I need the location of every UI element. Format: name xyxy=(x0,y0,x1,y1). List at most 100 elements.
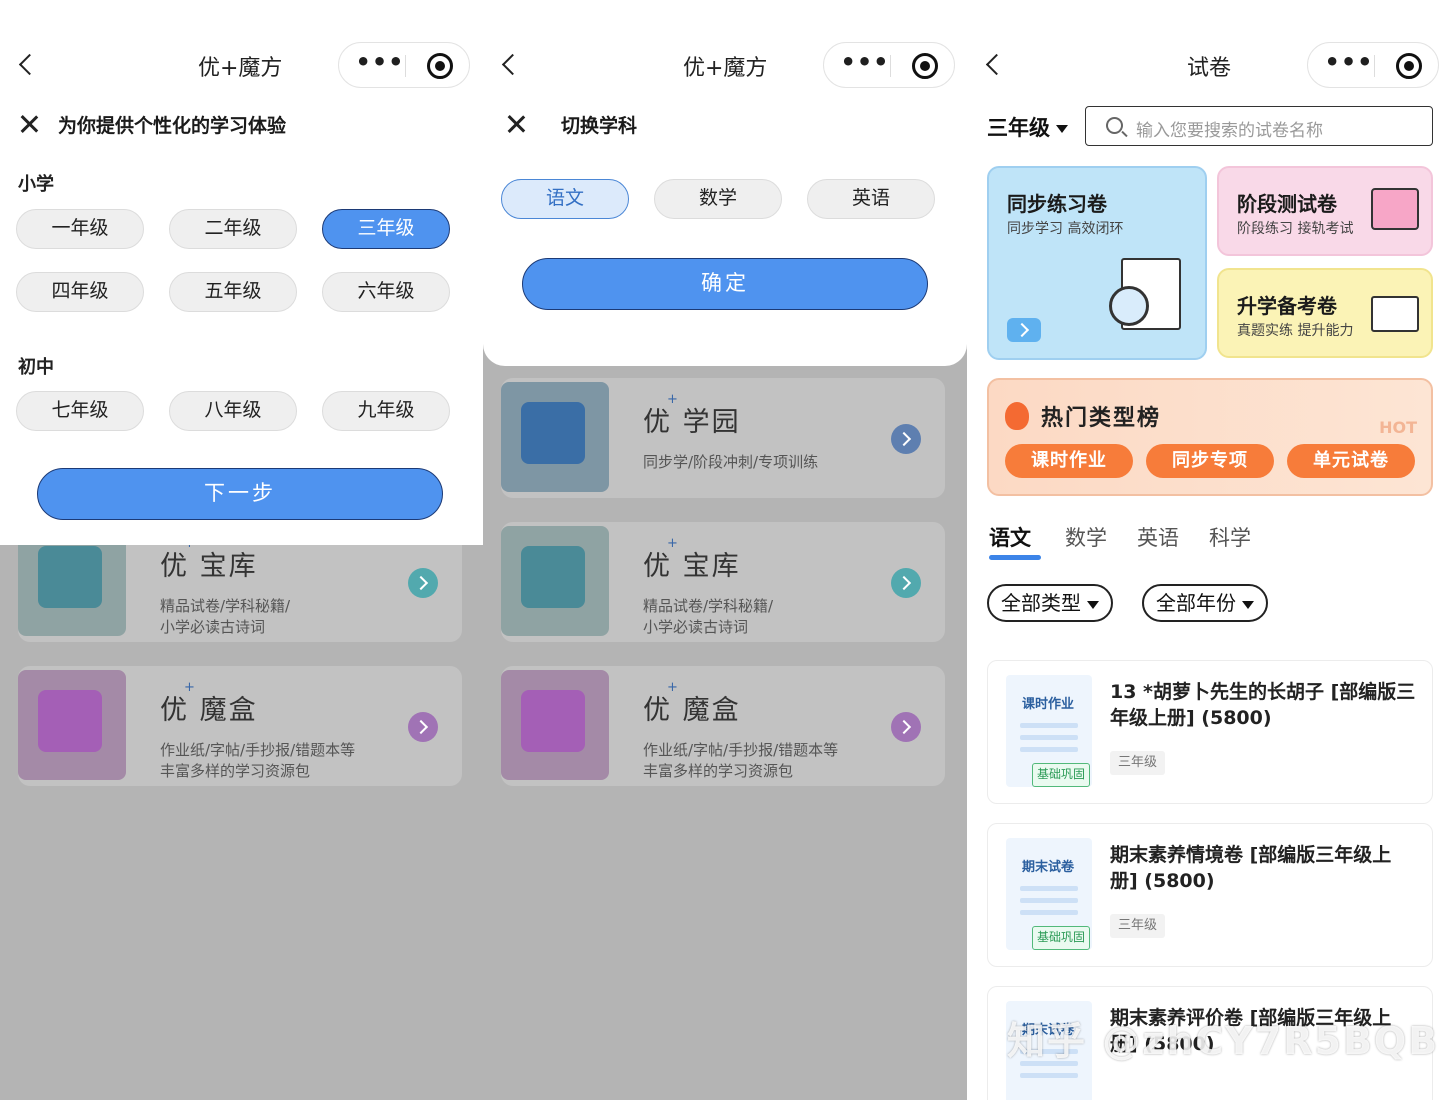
tile-title: 阶段测试卷 xyxy=(1237,192,1337,216)
card-mohe[interactable]: 优 魔盒 + 作业纸/字帖/手抄报/错题本等 丰富多样的学习资源包 xyxy=(18,666,462,786)
card-name: 优 魔盒 xyxy=(643,695,741,726)
grade-dropdown[interactable]: 三年级 xyxy=(987,112,1068,142)
magnifier-document-icon xyxy=(1101,258,1183,340)
grade-pill-4[interactable]: 四年级 xyxy=(16,272,144,312)
more-icon[interactable]: ••• xyxy=(840,50,890,79)
chevron-right-icon[interactable] xyxy=(1007,318,1041,342)
paper-title: 期末素养情境卷 [部编版三年级上册] (5800) xyxy=(1110,844,1392,892)
type-filter-dropdown[interactable]: 全部类型 xyxy=(987,584,1113,622)
cover-tag: 基础巩固 xyxy=(1032,926,1091,950)
tab-chinese[interactable]: 语文 xyxy=(989,522,1031,552)
subject-pill-chinese-selected[interactable]: 语文 xyxy=(501,179,629,219)
close-miniprogram-icon[interactable] xyxy=(427,53,453,79)
capsule-menu: ••• xyxy=(823,42,955,88)
tab-math[interactable]: 数学 xyxy=(1065,522,1107,552)
open-book-icon xyxy=(1371,296,1419,332)
subject-switch-screen: 优 学园 + 同步学/阶段冲刺/专项训练 优 宝库 + 精品试卷/学科秘籍/小学… xyxy=(483,0,967,1100)
card-name: 优 魔盒 xyxy=(160,695,258,726)
tile-subtitle: 真题实练 提升能力 xyxy=(1237,323,1354,339)
stage-test-tile[interactable]: 阶段测试卷 阶段练习 接轨考试 xyxy=(1217,166,1433,256)
grade-pill-5[interactable]: 五年级 xyxy=(169,272,297,312)
caret-down-icon xyxy=(1087,600,1099,609)
caret-down-icon xyxy=(1056,125,1068,133)
hot-types-panel: 热门类型榜 HOT 课时作业 同步专项 单元试卷 xyxy=(987,378,1433,496)
tile-title: 同步练习卷 xyxy=(1007,192,1107,216)
card-desc: 精品试卷/学科秘籍/小学必读古诗词 xyxy=(643,597,774,636)
paper-list-item[interactable]: 期末试卷 基础巩固 期末素养情境卷 [部编版三年级上册] (5800) 三年级 xyxy=(987,823,1433,967)
cover-type-label: 课时作业 xyxy=(1022,697,1075,712)
primary-school-label: 小学 xyxy=(18,174,54,195)
subject-pill-math[interactable]: 数学 xyxy=(654,179,782,219)
more-icon[interactable]: ••• xyxy=(355,50,405,79)
hot-button-sync-special[interactable]: 同步专项 xyxy=(1146,444,1274,478)
filter-label: 全部年份 xyxy=(1156,591,1236,615)
capsule-menu: ••• xyxy=(1307,42,1439,88)
cover-tag: 基础巩固 xyxy=(1032,763,1091,787)
paper-grade-badge: 三年级 xyxy=(1110,914,1166,938)
capsule-divider xyxy=(405,55,406,77)
close-icon[interactable] xyxy=(18,113,40,135)
hot-button-lesson-homework[interactable]: 课时作业 xyxy=(1005,444,1133,478)
tile-subtitle: 阶段练习 接轨考试 xyxy=(1237,221,1354,237)
active-tab-indicator xyxy=(989,555,1041,560)
card-sup: + xyxy=(184,680,195,695)
tab-science[interactable]: 科学 xyxy=(1209,522,1251,552)
grade-pill-2[interactable]: 二年级 xyxy=(169,209,297,249)
sheet-title: 切换学科 xyxy=(561,115,638,137)
entrance-prep-tile[interactable]: 升学备考卷 真题实练 提升能力 xyxy=(1217,268,1433,358)
hot-button-unit-test[interactable]: 单元试卷 xyxy=(1287,444,1415,478)
subject-sheet: 优+魔方 ••• 切换学科 语文 数学 英语 确定 xyxy=(483,0,967,366)
close-miniprogram-icon[interactable] xyxy=(1396,53,1422,79)
chevron-right-icon[interactable] xyxy=(408,568,438,598)
chevron-right-icon[interactable] xyxy=(408,712,438,742)
grade-pill-8[interactable]: 八年级 xyxy=(169,391,297,431)
tile-subtitle: 同步学习 高效闭环 xyxy=(1007,221,1124,237)
card-xueyuan[interactable]: 优 学园 + 同步学/阶段冲刺/专项训练 xyxy=(501,378,945,498)
sheet-title: 为你提供个性化的学习体验 xyxy=(58,115,287,137)
grade-pill-1[interactable]: 一年级 xyxy=(16,209,144,249)
search-icon xyxy=(1106,117,1123,134)
card-baoku[interactable]: 优 宝库 + 精品试卷/学科秘籍/小学必读古诗词 xyxy=(501,522,945,642)
card-sup: + xyxy=(667,392,678,407)
card-name: 优 学园 xyxy=(643,407,741,438)
card-sup: + xyxy=(667,680,678,695)
card-mohe[interactable]: 优 魔盒 + 作业纸/字帖/手抄报/错题本等 丰富多样的学习资源包 xyxy=(501,666,945,786)
mohe-thumb-icon xyxy=(501,670,609,780)
next-step-button[interactable]: 下一步 xyxy=(37,468,443,520)
chevron-right-icon[interactable] xyxy=(891,568,921,598)
paper-grade-badge: 三年级 xyxy=(1110,751,1166,775)
grade-dropdown-label: 三年级 xyxy=(987,116,1050,140)
search-input[interactable]: 输入您要搜索的试卷名称 xyxy=(1085,106,1433,146)
caret-down-icon xyxy=(1242,600,1254,609)
filter-label: 全部类型 xyxy=(1001,591,1081,615)
capsule-menu: ••• xyxy=(338,42,470,88)
paper-list-item[interactable]: 课时作业 基础巩固 13 *胡萝卜先生的长胡子 [部编版三年级上册] (5800… xyxy=(987,660,1433,804)
close-miniprogram-icon[interactable] xyxy=(912,53,938,79)
grade-pill-7[interactable]: 七年级 xyxy=(16,391,144,431)
card-desc: 作业纸/字帖/手抄报/错题本等 丰富多样的学习资源包 xyxy=(643,741,839,780)
card-desc: 同步学/阶段冲刺/专项训练 xyxy=(643,453,819,471)
grade-selection-screen: 优 宝库 + 精品试卷/学科秘籍/小学必读古诗词 优 魔盒 + 作业纸/字帖/手… xyxy=(0,0,483,1100)
close-icon[interactable] xyxy=(505,113,527,135)
hot-flame-icon xyxy=(1005,402,1029,430)
back-icon[interactable] xyxy=(16,52,38,78)
sync-practice-tile[interactable]: 同步练习卷 同步学习 高效闭环 xyxy=(987,166,1207,360)
year-filter-dropdown[interactable]: 全部年份 xyxy=(1142,584,1268,622)
back-icon[interactable] xyxy=(499,52,521,78)
tab-english[interactable]: 英语 xyxy=(1137,522,1179,552)
paper-cover-icon: 课时作业 基础巩固 xyxy=(1006,675,1092,787)
subject-pill-english[interactable]: 英语 xyxy=(807,179,935,219)
grade-pill-3-selected[interactable]: 三年级 xyxy=(322,209,450,249)
card-name: 优 宝库 xyxy=(643,551,741,582)
confirm-button[interactable]: 确定 xyxy=(522,258,928,310)
grade-pill-6[interactable]: 六年级 xyxy=(322,272,450,312)
hot-title: 热门类型榜 xyxy=(1041,406,1162,431)
grade-pill-9[interactable]: 九年级 xyxy=(322,391,450,431)
chevron-right-icon[interactable] xyxy=(891,424,921,454)
back-icon[interactable] xyxy=(983,52,1005,78)
mohe-thumb-icon xyxy=(18,670,126,780)
more-icon[interactable]: ••• xyxy=(1324,50,1374,79)
nav-bar: 优+魔方 ••• xyxy=(483,30,967,100)
nav-title: 试卷 xyxy=(1187,56,1232,81)
chevron-right-icon[interactable] xyxy=(891,712,921,742)
